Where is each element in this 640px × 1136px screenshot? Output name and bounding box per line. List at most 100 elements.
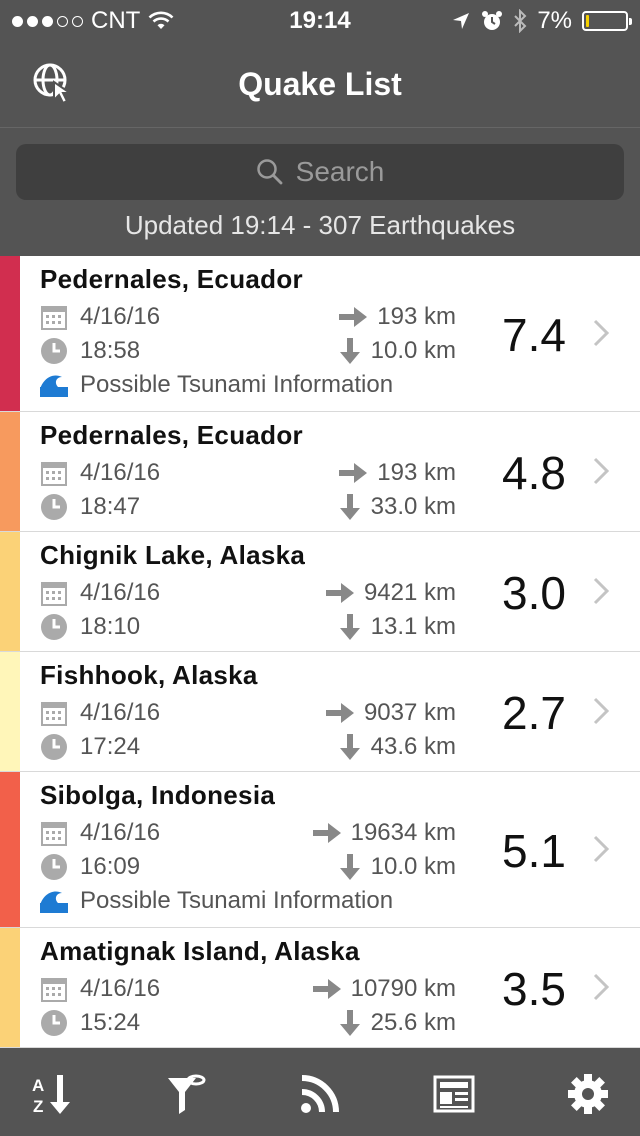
- quake-place: Pedernales, Ecuador: [40, 264, 303, 294]
- battery-percent: 7%: [537, 7, 572, 34]
- quake-magnitude: 5.1: [502, 825, 566, 877]
- location-arrow-icon: [453, 13, 470, 29]
- magnitude-color-stripe: [0, 256, 20, 411]
- magnitude-color-stripe: [0, 772, 20, 927]
- quake-depth: 10.0 km: [370, 853, 456, 880]
- page-title: Quake List: [238, 66, 402, 102]
- quake-time: 16:09: [80, 853, 141, 880]
- quake-distance: 9421 km: [363, 579, 456, 606]
- search-input[interactable]: Search: [296, 156, 385, 188]
- quake-distance: 19634 km: [350, 819, 456, 846]
- distance-arrow-icon: [339, 463, 368, 483]
- chevron-right-icon: [593, 319, 610, 347]
- chevron-right-icon: [593, 973, 610, 1001]
- calendar-icon: [41, 978, 67, 1002]
- tsunami-info[interactable]: Possible Tsunami Information: [80, 371, 393, 399]
- svg-text:A: A: [32, 1076, 44, 1095]
- quake-row[interactable]: Amatignak Island, Alaska 4/16/16 15:24 1…: [0, 928, 640, 1048]
- quake-place: Chignik Lake, Alaska: [40, 540, 306, 570]
- clock-icon: [41, 1010, 67, 1036]
- quake-place: Amatignak Island, Alaska: [40, 936, 360, 966]
- quake-magnitude: 7.4: [502, 309, 566, 361]
- quake-row[interactable]: Pedernales, Ecuador 4/16/16 18:58 193 km…: [0, 256, 640, 412]
- quake-time: 15:24: [80, 1009, 141, 1036]
- quake-date: 4/16/16: [80, 975, 161, 1002]
- depth-arrow-icon: [339, 1010, 360, 1036]
- chevron-right-icon: [593, 835, 610, 863]
- quake-magnitude: 3.0: [502, 567, 566, 619]
- header-area: CNT 19:14 7% Quake List Search Updated 1…: [0, 0, 640, 256]
- quake-date: 4/16/16: [80, 819, 161, 846]
- distance-arrow-icon: [312, 823, 341, 843]
- navigation-bar: Quake List: [0, 40, 640, 128]
- clock-icon: [41, 854, 67, 880]
- settings-gear-icon[interactable]: [560, 1066, 616, 1122]
- quake-depth: 43.6 km: [370, 733, 456, 760]
- tsunami-wave-icon: [40, 891, 68, 913]
- clock-icon: [41, 494, 67, 520]
- quake-row[interactable]: Fishhook, Alaska 4/16/16 17:24 9037 km 4…: [0, 652, 640, 772]
- quake-distance: 193 km: [377, 459, 456, 486]
- distance-arrow-icon: [325, 583, 354, 603]
- update-status-text: Updated 19:14 - 307 Earthquakes: [124, 210, 516, 240]
- quake-magnitude: 3.5: [502, 963, 566, 1015]
- quake-date: 4/16/16: [80, 459, 161, 486]
- magnitude-color-stripe: [0, 532, 20, 651]
- rss-feed-icon[interactable]: [292, 1066, 348, 1122]
- magnitude-color-stripe: [0, 928, 20, 1047]
- quake-time: 18:47: [80, 493, 141, 520]
- quake-date: 4/16/16: [80, 699, 161, 726]
- depth-arrow-icon: [339, 614, 360, 640]
- bottom-toolbar: A Z: [0, 1048, 640, 1136]
- tsunami-wave-icon: [40, 375, 68, 397]
- search-bar[interactable]: Search: [16, 144, 624, 200]
- quake-depth: 13.1 km: [370, 613, 456, 640]
- news-icon[interactable]: [426, 1066, 482, 1122]
- clock-icon: [41, 734, 67, 760]
- calendar-icon: [41, 306, 67, 330]
- magnitude-color-stripe: [0, 652, 20, 771]
- quake-date: 4/16/16: [80, 303, 161, 330]
- calendar-icon: [41, 462, 67, 486]
- quake-distance: 10790 km: [350, 975, 456, 1002]
- quake-time: 17:24: [80, 733, 141, 760]
- calendar-icon: [41, 702, 67, 726]
- clock-icon: [41, 338, 67, 364]
- chevron-right-icon: [593, 577, 610, 605]
- quake-row[interactable]: Sibolga, Indonesia 4/16/16 16:09 19634 k…: [0, 772, 640, 928]
- quake-depth: 25.6 km: [370, 1009, 456, 1036]
- calendar-icon: [41, 582, 67, 606]
- svg-text:Z: Z: [33, 1097, 43, 1116]
- status-bar: CNT 19:14 7%: [0, 0, 640, 40]
- sort-az-icon[interactable]: A Z: [24, 1066, 80, 1122]
- quake-distance: 9037 km: [363, 699, 456, 726]
- quake-magnitude: 4.8: [502, 447, 566, 499]
- quake-distance: 193 km: [377, 303, 456, 330]
- alarm-clock-icon: [482, 11, 503, 30]
- depth-arrow-icon: [339, 734, 360, 760]
- quake-depth: 33.0 km: [370, 493, 456, 520]
- quake-place: Pedernales, Ecuador: [40, 420, 303, 450]
- filter-icon[interactable]: [158, 1066, 214, 1122]
- chevron-right-icon: [593, 697, 610, 725]
- quake-list: Pedernales, Ecuador 4/16/16 18:58 193 km…: [0, 256, 640, 1048]
- depth-arrow-icon: [339, 494, 360, 520]
- quake-date: 4/16/16: [80, 579, 161, 606]
- chevron-right-icon: [593, 457, 610, 485]
- distance-arrow-icon: [339, 307, 368, 327]
- battery-icon: [582, 11, 632, 31]
- distance-arrow-icon: [325, 703, 354, 723]
- calendar-icon: [41, 822, 67, 846]
- quake-depth: 10.0 km: [370, 337, 456, 364]
- quake-row[interactable]: Pedernales, Ecuador 4/16/16 18:47 193 km…: [0, 412, 640, 532]
- quake-place: Sibolga, Indonesia: [40, 780, 276, 810]
- quake-row[interactable]: Chignik Lake, Alaska 4/16/16 18:10 9421 …: [0, 532, 640, 652]
- magnitude-color-stripe: [0, 412, 20, 531]
- quake-magnitude: 2.7: [502, 687, 566, 739]
- tsunami-info[interactable]: Possible Tsunami Information: [80, 887, 393, 915]
- bluetooth-icon: [514, 9, 527, 33]
- search-icon: [256, 159, 283, 185]
- quake-place: Fishhook, Alaska: [40, 660, 258, 690]
- depth-arrow-icon: [339, 338, 360, 364]
- quake-time: 18:10: [80, 613, 141, 640]
